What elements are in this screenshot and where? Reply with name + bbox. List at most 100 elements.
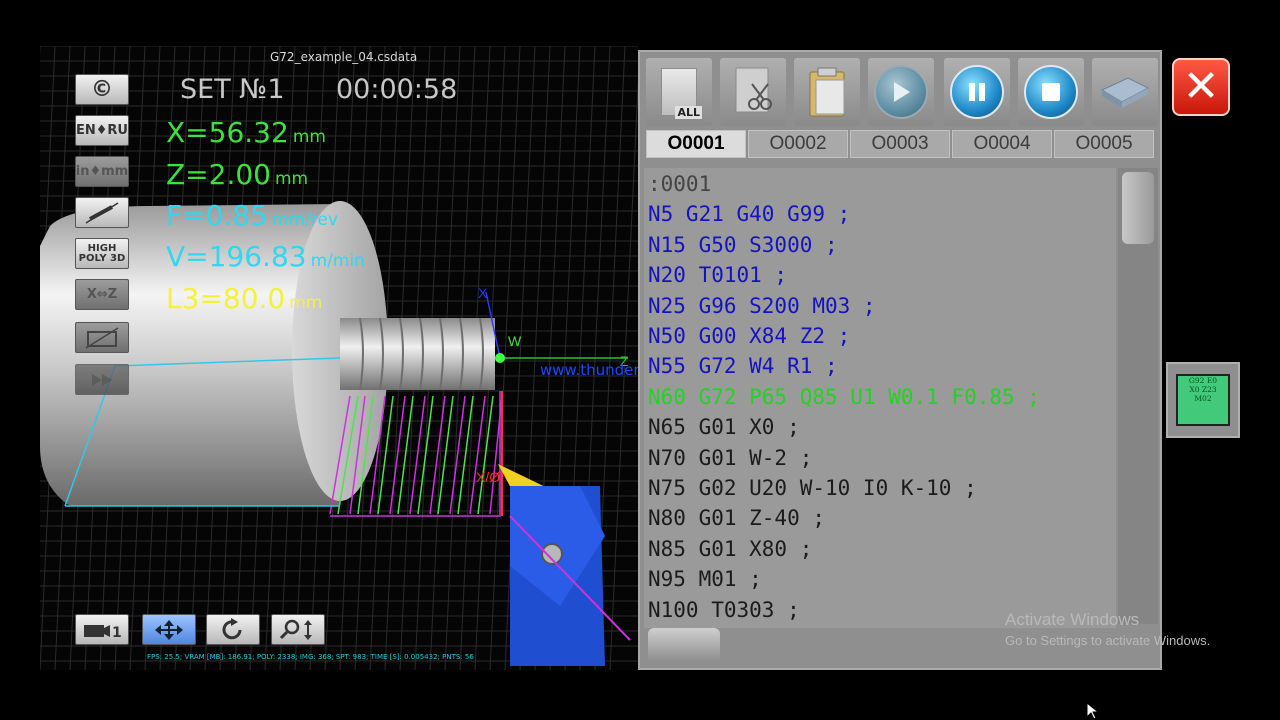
- close-button[interactable]: ✕: [1172, 58, 1230, 116]
- activation-title: Activate Windows: [1005, 610, 1140, 629]
- code-line[interactable]: N50 G00 X84 Z2 ;: [648, 324, 850, 348]
- tab-o0005[interactable]: O0005: [1054, 130, 1154, 158]
- speed-value: V=196.83: [166, 240, 307, 273]
- code-line[interactable]: N25 G96 S200 M03 ;: [648, 294, 876, 318]
- language-toggle-icon: EN♦RU: [76, 123, 128, 138]
- speed-unit: m/min: [310, 251, 365, 271]
- activation-subtitle: Go to Settings to activate Windows.: [1005, 633, 1211, 648]
- x-position-readout: X=56.32 mm: [166, 116, 326, 149]
- stop-button[interactable]: [1018, 58, 1084, 126]
- pause-button[interactable]: [944, 58, 1010, 126]
- fast-forward-button[interactable]: [75, 364, 129, 395]
- book-icon: [1100, 77, 1150, 108]
- code-line[interactable]: N95 M01 ;: [648, 567, 762, 591]
- gcode-reference-button[interactable]: G92 E0 X0 Z23 M02: [1166, 362, 1240, 438]
- code-line[interactable]: N85 G01 X80 ;: [648, 537, 812, 561]
- high-poly-3d-icon: HIGH POLY 3D: [78, 242, 126, 264]
- chart-off-icon: [85, 326, 119, 349]
- feed-unit: mm/rev: [271, 210, 338, 230]
- code-line[interactable]: N5 G21 G40 G99 ;: [648, 202, 850, 226]
- vertical-scroll-thumb[interactable]: [1122, 172, 1154, 244]
- program-tabs: O0001 O0002 O0003 O0004 O0005: [646, 130, 1156, 162]
- windows-activation-watermark: Activate Windows Go to Settings to activ…: [1005, 610, 1210, 648]
- speed-readout: V=196.83 m/min: [166, 240, 365, 273]
- file-title: G72_example_04.csdata: [270, 50, 418, 64]
- high-poly-3d-button[interactable]: HIGH POLY 3D: [75, 238, 129, 269]
- feed-value: F=0.85: [166, 199, 268, 232]
- pen-off-button[interactable]: [75, 197, 129, 228]
- copyright-button[interactable]: ©: [75, 74, 129, 105]
- cutting-tool: [498, 464, 631, 666]
- l3-readout: L3=80.0 mm: [166, 282, 322, 315]
- book-button[interactable]: [1092, 58, 1158, 126]
- axis-xo-label: X/Ø: [476, 469, 500, 485]
- code-line[interactable]: N70 G01 W-2 ;: [648, 446, 812, 470]
- z-position-readout: Z=2.00 mm: [166, 158, 308, 191]
- z-value: Z=2.00: [166, 158, 271, 191]
- horizontal-scroll-thumb[interactable]: [648, 628, 720, 662]
- gcode-reference-icon: G92 E0 X0 Z23 M02: [1176, 374, 1230, 426]
- unit-toggle-icon: in♦mm: [75, 164, 129, 179]
- language-toggle-button[interactable]: EN♦RU: [75, 115, 129, 146]
- rotate-icon: [222, 617, 242, 639]
- pan-button[interactable]: [142, 614, 196, 645]
- vertical-scrollbar[interactable]: [1118, 168, 1158, 624]
- stop-icon: [1024, 65, 1078, 119]
- gcode-widget-line: M02: [1194, 394, 1212, 403]
- camera-1-icon: 1: [84, 624, 122, 641]
- code-line[interactable]: N100 T0303 ;: [648, 598, 800, 622]
- code-line[interactable]: :0001: [648, 172, 711, 196]
- code-line[interactable]: N80 G01 Z-40 ;: [648, 506, 825, 530]
- lathe-scene: X Z W X/Ø: [40, 201, 631, 666]
- code-text-area[interactable]: :0001 N5 G21 G40 G99 ; N15 G50 S3000 ; N20 …: [644, 168, 1116, 628]
- set-label: SET №1: [180, 74, 285, 105]
- x-unit: mm: [292, 127, 326, 147]
- select-all-label: ALL: [675, 106, 702, 119]
- axis-swap-icon: X⇔Z: [86, 287, 118, 302]
- cut-icon: [735, 67, 772, 113]
- zoom-icon: [279, 619, 312, 640]
- gcode-editor-panel: ALL O0001 O0002 O0003 O0004 O0005 :0001 N…: [638, 50, 1162, 670]
- code-line[interactable]: N75 G02 U20 W-10 I0 K-10 ;: [648, 476, 977, 500]
- rotate-button[interactable]: [206, 614, 260, 645]
- pen-off-icon: [85, 201, 119, 224]
- axis-x-label: X: [478, 285, 488, 301]
- tab-o0004[interactable]: O0004: [952, 130, 1052, 158]
- render-stats: FPS: 25.5; VRAM [MB]: 186.91; POLY: 2338…: [147, 653, 474, 661]
- cut-button[interactable]: [720, 58, 786, 126]
- mouse-cursor-icon: [1086, 702, 1100, 720]
- axis-swap-button[interactable]: X⇔Z: [75, 279, 129, 310]
- play-button[interactable]: [868, 58, 934, 126]
- unit-toggle-button[interactable]: in♦mm: [75, 156, 129, 187]
- x-value: X=56.32: [166, 116, 289, 149]
- tab-o0001[interactable]: O0001: [646, 130, 746, 158]
- code-line[interactable]: N15 G50 S3000 ;: [648, 233, 838, 257]
- code-line[interactable]: N20 T0101 ;: [648, 263, 787, 287]
- watermark-url: www.thundershare.net: [540, 361, 638, 379]
- feed-readout: F=0.85 mm/rev: [166, 199, 338, 232]
- camera-1-button[interactable]: 1: [75, 614, 129, 645]
- axis-w-label: W: [508, 333, 522, 349]
- chart-off-button[interactable]: [75, 322, 129, 353]
- code-line[interactable]: N65 G01 X0 ;: [648, 415, 800, 439]
- code-line[interactable]: N60 G72 P65 Q85 U1 W0.1 F0.85 ;: [648, 385, 1040, 409]
- select-all-button[interactable]: ALL: [646, 58, 712, 126]
- gcode-widget-line: X0 Z23: [1189, 385, 1217, 394]
- l3-value: L3=80.0: [166, 282, 286, 315]
- code-line[interactable]: N55 G72 W4 R1 ;: [648, 354, 838, 378]
- pan-arrows-icon: [155, 619, 183, 640]
- paste-button[interactable]: [794, 58, 860, 126]
- gcode-widget-line: G92 E0: [1188, 376, 1218, 385]
- tab-o0003[interactable]: O0003: [850, 130, 950, 158]
- tab-o0002[interactable]: O0002: [748, 130, 848, 158]
- pause-icon: [950, 65, 1004, 119]
- play-icon: [874, 65, 928, 119]
- copyright-icon: ©: [91, 77, 113, 102]
- axis-gizmo: [485, 291, 628, 363]
- zoom-button[interactable]: [271, 614, 325, 645]
- paste-icon: [809, 67, 845, 117]
- close-icon: ✕: [1182, 61, 1220, 112]
- lathe-3d-viewport[interactable]: X Z W X/Ø G72_example_04.csdata SET №1 0…: [40, 46, 638, 670]
- z-unit: mm: [275, 169, 309, 189]
- timer-readout: 00:00:58: [336, 74, 458, 105]
